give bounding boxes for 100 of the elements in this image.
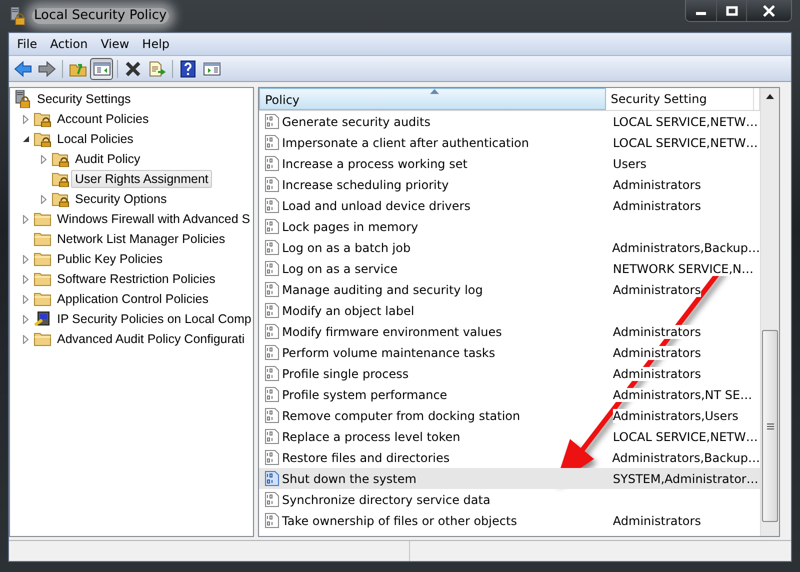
policy-name: Manage auditing and security log xyxy=(282,282,483,296)
binary-document-icon xyxy=(265,156,279,171)
tree-item[interactable]: Audit Policy xyxy=(71,150,144,168)
tree-item[interactable]: User Rights Assignment xyxy=(71,170,212,188)
table-row[interactable]: Impersonate a client after authentication LOCAL SERVICE,NETW… xyxy=(259,132,760,153)
policy-name: Take ownership of files or other objects xyxy=(282,514,517,528)
locked-folder-icon xyxy=(52,190,70,208)
close-icon xyxy=(762,4,776,16)
maximize-icon xyxy=(726,6,738,16)
security-setting: LOCAL SERVICE,NETW… xyxy=(612,430,758,444)
tree-item[interactable]: Windows Firewall with Advanced S xyxy=(53,210,253,228)
menu-item[interactable]: File xyxy=(11,35,44,53)
binary-document-icon xyxy=(265,450,279,465)
policy-name: Profile system performance xyxy=(282,388,448,402)
security-setting: Administrators,NT SE… xyxy=(612,388,752,402)
folder-icon xyxy=(34,270,52,288)
column-header[interactable]: Security Setting xyxy=(606,88,754,110)
policy-name: Increase a process working set xyxy=(282,156,468,170)
tree-item[interactable]: Software Restriction Policies xyxy=(53,270,220,288)
binary-document-icon xyxy=(265,177,279,192)
policy-name: Increase scheduling priority xyxy=(282,178,449,192)
binary-document-icon xyxy=(265,261,279,276)
table-row[interactable]: Lock pages in memory xyxy=(259,216,760,237)
tree-item[interactable]: Account Policies xyxy=(53,110,153,128)
security-setting: Administrators,Backup… xyxy=(612,240,760,254)
sort-up-icon xyxy=(430,89,439,94)
security-setting: NETWORK SERVICE,N… xyxy=(612,262,754,276)
policy-name: Log on as a batch job xyxy=(282,240,411,254)
table-row[interactable]: Take ownership of files or other objects Administrators xyxy=(259,510,760,531)
table-row[interactable]: Shut down the system SYSTEM,Administrator… xyxy=(259,468,760,489)
binary-document-icon xyxy=(265,408,279,423)
maximize-button[interactable] xyxy=(716,0,746,21)
menu-item[interactable]: Action xyxy=(44,35,94,53)
locked-folder-icon xyxy=(34,110,52,128)
binary-document-icon xyxy=(265,324,279,339)
table-row[interactable]: Increase a process working set Users xyxy=(259,153,760,174)
table-row[interactable]: Load and unload device drivers Administrators xyxy=(259,195,760,216)
security-setting: Administrators,Backup… xyxy=(612,450,760,464)
show-tree-icon[interactable] xyxy=(90,58,113,80)
close-button[interactable] xyxy=(746,0,791,21)
policy-name: Restore files and directories xyxy=(282,450,450,464)
table-row[interactable]: Synchronize directory service data xyxy=(259,489,760,510)
table-row[interactable]: Profile single process Administrators xyxy=(259,363,760,384)
tree-item[interactable]: Local Policies xyxy=(53,130,138,148)
security-setting: Administrators xyxy=(612,514,701,528)
binary-document-icon xyxy=(265,513,279,528)
policy-name: Log on as a service xyxy=(282,262,398,276)
policy-name: Perform volume maintenance tasks xyxy=(282,346,496,360)
table-row[interactable]: Perform volume maintenance tasks Administrators xyxy=(259,342,760,363)
policy-name: Impersonate a client after authentication xyxy=(282,136,529,150)
tree-item[interactable]: IP Security Policies on Local Comp xyxy=(53,310,253,328)
binary-document-icon xyxy=(265,282,279,297)
policy-name: Modify an object label xyxy=(282,304,414,318)
table-row[interactable]: Modify firmware environment values Administrators xyxy=(259,321,760,342)
menu-item[interactable]: Help xyxy=(136,35,176,53)
policy-name: Replace a process level token xyxy=(282,430,460,444)
tree-item[interactable]: Network List Manager Policies xyxy=(53,230,230,248)
binary-document-icon xyxy=(265,219,279,234)
table-row[interactable]: Log on as a service NETWORK SERVICE,N… xyxy=(259,258,760,279)
security-setting: Administrators xyxy=(612,178,701,192)
app-icon xyxy=(10,7,26,25)
security-setting: Administrators xyxy=(612,198,701,212)
binary-document-icon xyxy=(265,471,279,486)
scroll-thumb[interactable] xyxy=(762,330,778,522)
menu-item[interactable]: View xyxy=(94,35,136,53)
table-row[interactable]: Replace a process level token LOCAL SERVICE,NETW… xyxy=(259,426,760,447)
binary-document-icon xyxy=(265,387,279,402)
table-row[interactable]: Modify an object label xyxy=(259,300,760,321)
locked-folder-icon xyxy=(52,150,70,168)
security-setting: Administrators xyxy=(612,324,701,338)
table-row[interactable]: Generate security audits LOCAL SERVICE,NETW… xyxy=(259,111,760,132)
scrollbar[interactable] xyxy=(760,88,779,536)
table-row[interactable]: Log on as a batch job Administrators,Backup… xyxy=(259,237,760,258)
binary-document-icon xyxy=(265,198,279,213)
tree-item[interactable]: Security Options xyxy=(71,190,171,208)
policy-name: Shut down the system xyxy=(282,472,416,486)
table-row[interactable]: Remove computer from docking station Administrators,Users xyxy=(259,405,760,426)
table-row[interactable]: Increase scheduling priority Administrators xyxy=(259,174,760,195)
security-setting: Administrators xyxy=(612,282,701,296)
folder-icon xyxy=(34,250,52,268)
column-header[interactable]: Policy xyxy=(259,88,606,110)
folder-icon xyxy=(34,290,52,308)
tree-item[interactable]: Public Key Policies xyxy=(53,250,167,268)
security-setting: Administrators xyxy=(612,366,701,380)
policy-name: Load and unload device drivers xyxy=(282,198,470,212)
tree-item[interactable]: Security Settings xyxy=(33,90,135,108)
table-row[interactable]: Manage auditing and security log Administrators xyxy=(259,279,760,300)
locked-folder-icon xyxy=(52,170,70,188)
window-title: Local Security Policy xyxy=(32,8,169,24)
binary-document-icon xyxy=(265,114,279,129)
minimize-icon xyxy=(696,12,706,15)
policy-name: Modify firmware environment values xyxy=(282,324,502,338)
security-setting: Administrators,Users xyxy=(612,408,738,422)
table-row[interactable]: Profile system performance Administrators,NT SE… xyxy=(259,384,760,405)
tree-item[interactable]: Application Control Policies xyxy=(53,290,212,308)
minimize-button[interactable] xyxy=(686,0,716,21)
policy-name: Generate security audits xyxy=(282,114,430,128)
policy-name: Remove computer from docking station xyxy=(282,408,520,422)
tree-item[interactable]: Advanced Audit Policy Configurati xyxy=(53,330,249,348)
computer-icon xyxy=(34,310,52,328)
